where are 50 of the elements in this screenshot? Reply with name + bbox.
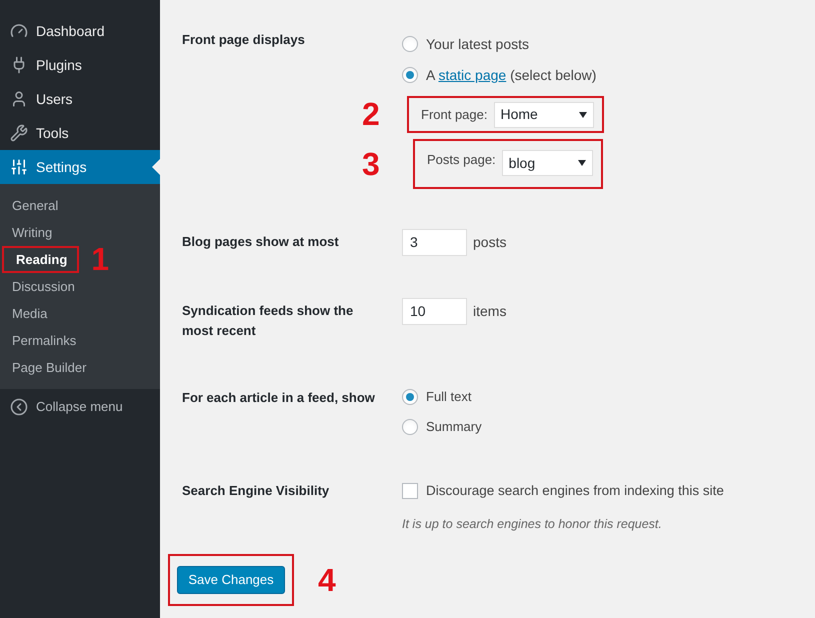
submenu-item[interactable]: Discussion bbox=[0, 273, 85, 300]
menu-item[interactable]: Plugins bbox=[0, 48, 160, 82]
setting-label: Front page displays bbox=[182, 31, 306, 49]
radio-button[interactable] bbox=[402, 389, 418, 405]
gauge-icon bbox=[10, 22, 28, 40]
submenu-item[interactable]: Permalinks bbox=[0, 327, 86, 354]
submenu-item[interactable]: Writing bbox=[0, 219, 62, 246]
page-select[interactable]: blog bbox=[502, 150, 593, 176]
setting-label: Search Engine Visibility bbox=[182, 482, 330, 500]
checkbox[interactable] bbox=[402, 483, 418, 500]
user-icon bbox=[10, 90, 28, 108]
number-input[interactable]: 10 bbox=[402, 298, 467, 325]
help-text: It is up to search engines to honor this request. bbox=[402, 516, 663, 534]
checkbox-label: Discourage search engines from indexing this site bbox=[426, 482, 724, 500]
collapse-menu-button[interactable]: Collapse menu bbox=[0, 390, 160, 424]
menu-item[interactable]: Tools bbox=[0, 116, 160, 150]
annotation-number: 1 bbox=[91, 241, 110, 278]
submenu-item[interactable]: General bbox=[0, 192, 68, 219]
select-label: Front page: bbox=[421, 106, 488, 124]
setting-label: Blog pages show at most bbox=[182, 233, 340, 251]
menu-item[interactable]: Settings bbox=[0, 150, 160, 184]
wrench-icon bbox=[10, 124, 28, 142]
menu-item[interactable]: Users bbox=[0, 82, 160, 116]
number-input[interactable]: 3 bbox=[402, 229, 467, 256]
setting-label: For each article in a feed, show bbox=[182, 389, 376, 407]
annotation-number: 4 bbox=[318, 564, 336, 596]
radio-button[interactable] bbox=[402, 36, 418, 52]
sliders-icon bbox=[10, 158, 28, 176]
option-label: Your latest posts bbox=[426, 34, 529, 54]
submenu-item[interactable]: Page Builder bbox=[0, 354, 96, 381]
dropdown-arrow-icon bbox=[578, 160, 586, 166]
setting-label: Syndication feeds show the most recent bbox=[182, 302, 354, 340]
annotation-number: 2 bbox=[362, 96, 380, 132]
unit-label: posts bbox=[473, 233, 506, 252]
unit-label: items bbox=[473, 302, 506, 321]
annotation-number: 3 bbox=[362, 146, 380, 182]
save-changes-button[interactable]: Save Changes bbox=[177, 566, 285, 594]
option-label: Full text bbox=[426, 388, 472, 406]
static-page-link[interactable]: static page bbox=[438, 66, 506, 82]
menu-item[interactable]: Dashboard bbox=[0, 14, 160, 48]
collapse-icon bbox=[10, 398, 28, 416]
submenu-item[interactable]: Reading bbox=[2, 246, 80, 273]
option-label: Summary bbox=[426, 418, 482, 436]
radio-button[interactable] bbox=[402, 419, 418, 435]
submenu-item[interactable]: Media bbox=[0, 300, 58, 327]
radio-button[interactable] bbox=[402, 67, 418, 83]
page-select[interactable]: Home bbox=[494, 102, 594, 128]
option-label: A static page (select below) bbox=[426, 66, 596, 85]
select-label: Posts page: bbox=[427, 151, 496, 169]
dropdown-arrow-icon bbox=[578, 112, 586, 118]
